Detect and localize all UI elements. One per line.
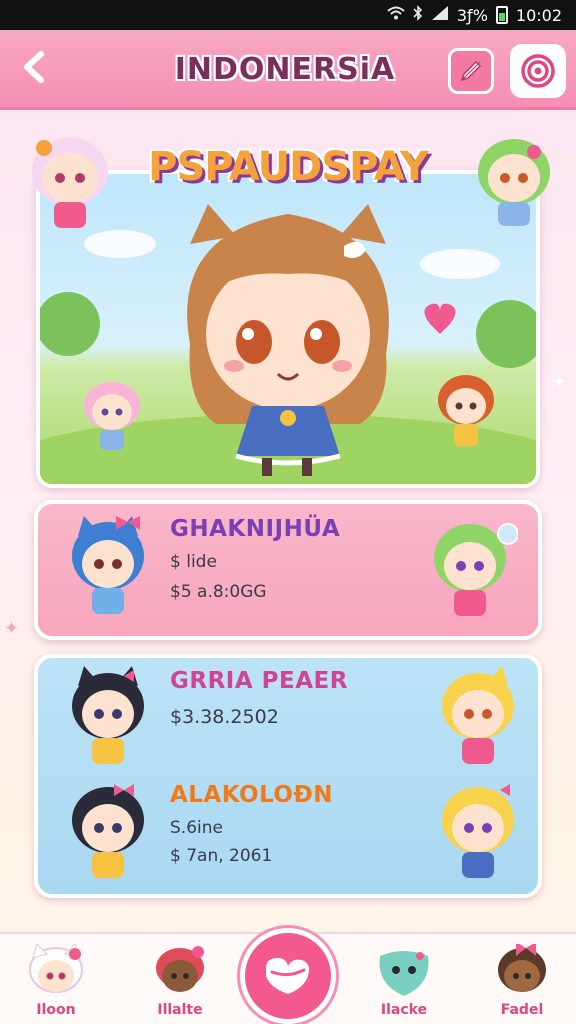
- nav-friends[interactable]: Illalte: [132, 936, 228, 1024]
- chibi-avatar: [32, 138, 108, 228]
- nav-profile-label: Fadel: [500, 1002, 544, 1018]
- list-group: GRRIA PEAER $3.38.2502 ALAKOLOÐN S.6ine …: [34, 654, 542, 898]
- wifi-icon: [387, 6, 405, 24]
- pencil-icon: [460, 60, 482, 82]
- nav-friends-label: Illalte: [157, 1002, 203, 1018]
- battery-percent: 3ƒ%: [456, 5, 488, 25]
- target-button[interactable]: [510, 44, 566, 98]
- friend-avatar-icon: [156, 946, 204, 992]
- chibi-avatar: [478, 139, 550, 226]
- nav-pets-label: Ilacke: [380, 1002, 428, 1018]
- back-button[interactable]: [12, 46, 54, 88]
- hero-banner: PSPAUDSPAY: [22, 128, 554, 488]
- clock: 10:02: [515, 5, 562, 25]
- signal-icon: [431, 5, 449, 25]
- center-action-button[interactable]: [240, 928, 336, 1024]
- entry-detail: S.6ine: [170, 818, 223, 838]
- page-title: INDONERSiA: [174, 51, 396, 87]
- app-header: INDONERSiA: [0, 30, 576, 110]
- entry-name: ALAKOLOÐN: [170, 782, 334, 808]
- entry-price: $5 a.8:0GG: [170, 582, 267, 602]
- chibi-avatar: [72, 666, 144, 764]
- nav-home-label: Iloon: [36, 1002, 76, 1018]
- entry-name: GHAKNIJHÜA: [170, 516, 341, 542]
- chibi-avatar: [442, 666, 514, 764]
- chibi-avatar: [442, 784, 514, 878]
- entry-price: $3.38.2502: [170, 706, 279, 728]
- home-avatar-icon: [29, 944, 83, 993]
- hero-title: PSPAUDSPAY: [148, 144, 429, 190]
- chibi-avatar: [434, 523, 518, 616]
- edit-button[interactable]: [448, 48, 494, 94]
- nav-home[interactable]: Iloon: [8, 936, 104, 1024]
- nav-profile[interactable]: Fadel: [474, 936, 570, 1024]
- chibi-avatar: [72, 516, 144, 614]
- sparkle-icon: ✦: [4, 618, 20, 639]
- status-bar: 3ƒ% 10:02: [0, 0, 576, 30]
- bluetooth-icon: [413, 5, 423, 25]
- list-item[interactable]: GRRIA PEAER $3.38.2502: [38, 658, 538, 776]
- chibi-avatar: [72, 784, 144, 878]
- sparkle-icon: ✦: [552, 372, 568, 393]
- battery-icon: [495, 6, 508, 24]
- chevron-left-icon: [24, 51, 44, 83]
- pet-icon: [379, 951, 429, 996]
- nav-pets[interactable]: Ilacke: [356, 936, 452, 1024]
- heart-center-icon: [266, 958, 310, 994]
- profile-avatar-icon: [498, 944, 546, 992]
- target-icon: [521, 54, 555, 88]
- entry-name: GRRIA PEAER: [170, 668, 348, 694]
- entry-detail: $ lide: [170, 552, 217, 572]
- list-item[interactable]: ALAKOLOÐN S.6ine $ 7an, 2061: [38, 776, 538, 894]
- entry-price: $ 7an, 2061: [170, 846, 273, 866]
- list-item[interactable]: GHAKNIJHÜA $ lide $5 a.8:0GG: [34, 500, 542, 640]
